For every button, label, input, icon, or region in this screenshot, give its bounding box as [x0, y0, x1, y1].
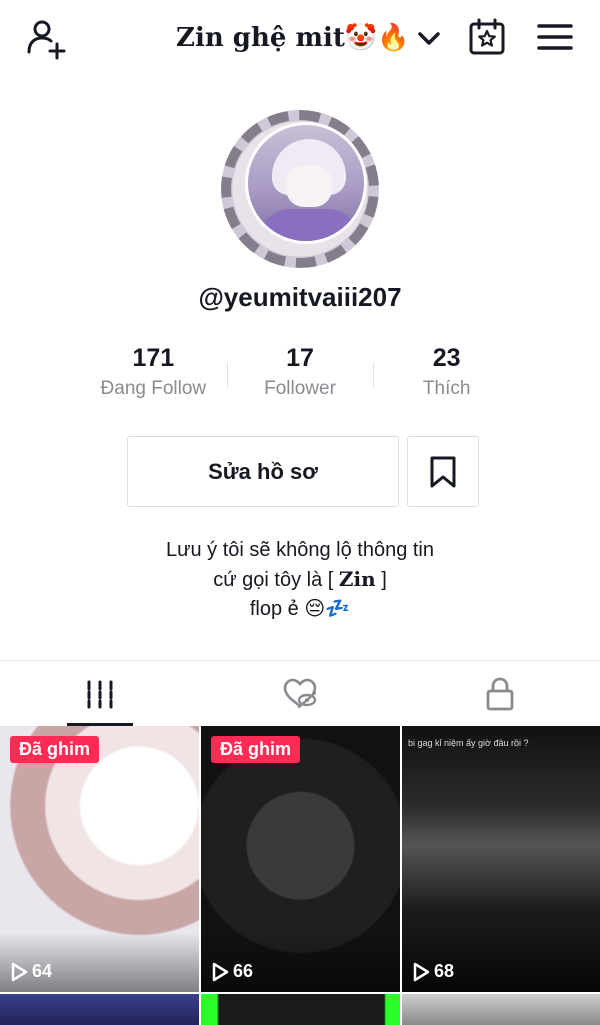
play-icon — [212, 962, 229, 981]
stat-following[interactable]: 171 Đang Follow — [80, 340, 227, 410]
pinned-badge: Đã ghim — [211, 736, 301, 763]
account-switcher[interactable]: Zin ghệ mit🤡🔥 — [176, 18, 442, 58]
video-grid: Đã ghim 64 Đã ghim 66 bi gag kỉ niệm ấy … — [0, 726, 600, 1025]
view-count-value: 64 — [32, 961, 53, 981]
bio-text: cứ gọi tôy là [ — [213, 569, 339, 591]
private-tab[interactable] — [400, 661, 600, 726]
bio-name: Zin — [338, 567, 376, 591]
profile-tabs — [0, 660, 600, 726]
video-thumbnail[interactable] — [0, 994, 199, 1025]
top-bar: Zin ghệ mit🤡🔥 — [0, 0, 600, 80]
calendar-star-icon — [469, 18, 505, 55]
stat-value: 171 — [132, 344, 175, 372]
video-thumbnail[interactable]: bi gag kỉ niệm ấy giờ đâu rồi ? 68 — [402, 726, 600, 992]
play-icon — [413, 962, 430, 981]
stat-likes[interactable]: 23 Thích — [373, 340, 520, 410]
bio-line: Lưu ý tôi sẽ không lộ thông tin — [165, 539, 434, 561]
avatar-shirt — [260, 209, 358, 241]
profile-avatar[interactable] — [221, 110, 379, 268]
profile-stats: 171 Đang Follow 17 Follower 23 Thích — [80, 340, 520, 410]
stat-label: Đang Follow — [100, 378, 207, 399]
videos-tab[interactable] — [0, 661, 200, 726]
video-thumbnail[interactable] — [402, 994, 600, 1025]
profile-display-name: Zin ghệ mit🤡🔥 — [176, 23, 410, 53]
view-count-value: 68 — [434, 961, 455, 981]
bookmark-icon — [430, 456, 456, 487]
avatar-face — [286, 165, 332, 207]
bio-line: flop ẻ 😔💤 — [249, 598, 351, 620]
favorites-button[interactable] — [407, 436, 479, 507]
add-user-icon — [27, 20, 66, 60]
menu-icon — [537, 24, 573, 50]
add-user-button[interactable] — [22, 14, 70, 62]
edit-profile-button[interactable]: Sửa hồ sơ — [127, 436, 399, 507]
heart-hidden-icon — [283, 678, 317, 708]
lock-icon — [486, 677, 514, 710]
view-count-value: 66 — [233, 961, 254, 981]
username: @yeumitvaiii207 — [198, 282, 402, 312]
avatar-image — [245, 122, 367, 244]
stat-followers[interactable]: 17 Follower — [226, 340, 374, 410]
video-caption: bi gag kỉ niệm ấy giờ đâu rồi ? — [408, 738, 529, 748]
bio-text: ] — [375, 569, 387, 591]
creator-calendar-button[interactable] — [464, 14, 510, 60]
chevron-down-icon — [417, 32, 440, 45]
video-thumbnail[interactable]: Đã ghim 66 — [201, 726, 400, 992]
view-count: 68 — [412, 961, 454, 982]
liked-tab[interactable] — [200, 661, 400, 726]
profile-bio: Lưu ý tôi sẽ không lộ thông tin cứ gọi t… — [0, 536, 600, 624]
grid-icon — [87, 680, 113, 708]
pinned-badge: Đã ghim — [10, 736, 100, 763]
stat-value: 17 — [286, 344, 314, 372]
view-count: 66 — [211, 961, 253, 982]
video-thumbnail[interactable] — [201, 994, 400, 1025]
play-icon — [11, 962, 28, 981]
stat-value: 23 — [432, 344, 461, 372]
stat-label: Follower — [264, 378, 336, 399]
bio-line: cứ gọi tôy là [ Zin ] — [0, 565, 600, 595]
video-thumbnail[interactable]: Đã ghim 64 — [0, 726, 199, 992]
view-count: 64 — [10, 961, 52, 982]
menu-button[interactable] — [532, 14, 578, 60]
stat-label: Thích — [422, 378, 471, 399]
